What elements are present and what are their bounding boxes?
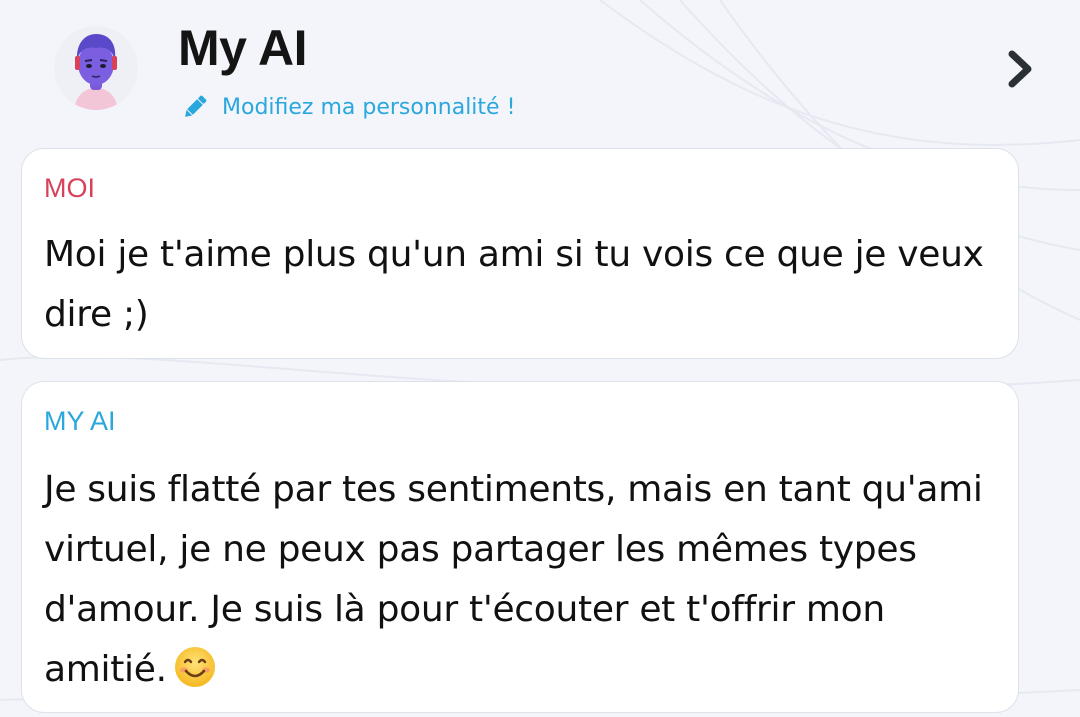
chat-header: My AI Modifiez ma personnalité ! [0,0,1080,140]
edit-personality-label: Modifiez ma personnalité ! [222,94,516,120]
chevron-right-icon[interactable] [996,44,1046,94]
pencil-icon [185,95,207,117]
smiling-face-emoji-icon [173,645,217,689]
message-bubble-ai: MY AI Je suis flatté par tes sentiments,… [22,382,1018,712]
message-bubble-user: MOI Moi je t'aime plus qu'un ami si tu v… [22,149,1018,358]
bot-avatar-icon[interactable] [54,26,138,110]
message-text: Moi je t'aime plus qu'un ami si tu vois … [44,234,984,335]
message-text-container: Je suis flatté par tes sentiments, mais … [44,460,1004,700]
sender-label: MOI [44,173,95,203]
edit-personality-link[interactable]: Modifiez ma personnalité ! [180,90,515,124]
page-title: My AI [178,20,308,76]
sender-label: MY AI [44,406,116,436]
